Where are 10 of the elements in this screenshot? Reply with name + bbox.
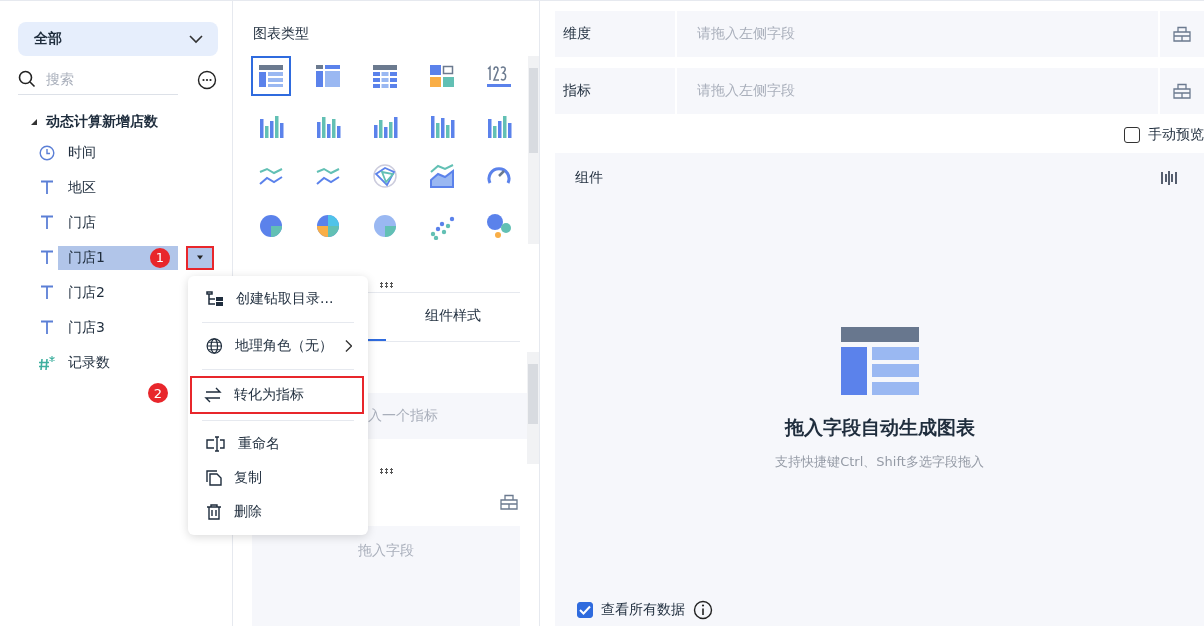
panel-title: 组件 [575, 169, 603, 187]
field-label: 维度 [555, 11, 675, 57]
step-badge: 2 [148, 383, 168, 403]
field-label: 指标 [555, 68, 675, 114]
empty-title: 拖入字段自动生成图表 [784, 415, 975, 440]
empty-hint: 支持快捷键Ctrl、Shift多选字段拖入 [775, 453, 984, 471]
checkbox-label: 查看所有数据 [601, 601, 685, 619]
section-title: 图表类型 [253, 25, 310, 43]
checkbox-label: 手动预览 [1148, 126, 1204, 144]
step-badge: 1 [150, 247, 170, 268]
